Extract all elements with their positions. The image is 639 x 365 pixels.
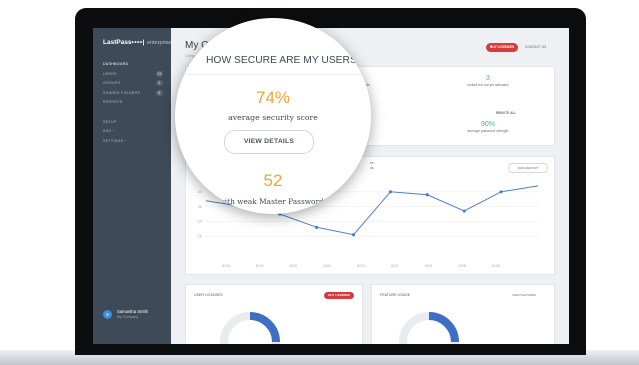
sidebar-item-sso[interactable]: SSO ›: [103, 129, 163, 139]
security-heading: HOW SECURE ARE MY USERS?: [206, 55, 363, 66]
contact-us-link[interactable]: CONTACT US: [525, 43, 546, 52]
card-title: FEATURE USAGE: [380, 293, 411, 297]
data-point: [462, 209, 466, 213]
magnifier-overlay: HOW SECURE ARE MY USERS? 74% average sec…: [175, 18, 371, 214]
sidebar-item-reports[interactable]: REPORTS: [103, 100, 163, 110]
count-badge: 4: [156, 80, 163, 86]
x-tick-label: 8/19: [256, 264, 263, 268]
security-score-label: average security score: [228, 113, 318, 122]
card-title: USER LICENSES: [194, 293, 223, 297]
x-tick-label: 8/21: [324, 264, 331, 268]
remote-all-link[interactable]: REMOTE ALL: [481, 111, 531, 115]
app-logo[interactable]: LastPass••••| enterprise: [103, 39, 171, 46]
data-point: [315, 225, 319, 229]
sidebar-item-label: GROUPS: [103, 81, 121, 85]
sidebar: LastPass••••| enterprise DASHBOARD USERS …: [93, 28, 171, 344]
view-features-link[interactable]: VIEW FEATURES: [512, 293, 536, 297]
count-badge: 5: [156, 89, 163, 96]
sidebar-item-label: REPORTS: [103, 100, 123, 104]
features-donut: [399, 312, 459, 344]
y-tick-label: 20: [198, 219, 203, 224]
sidebar-item-label: USERS: [103, 71, 117, 76]
data-point: [425, 193, 429, 197]
sidebar-item-groups[interactable]: GROUPS 4: [103, 80, 163, 91]
logo-suffix: enterprise: [146, 40, 172, 46]
divider: [175, 74, 371, 75]
data-point: [388, 190, 393, 194]
x-tick-label: 8/26: [492, 264, 499, 268]
x-tick-label: 8/22: [357, 264, 364, 268]
sidebar-item-label: SHARED FOLDERS: [103, 90, 141, 95]
logo-dots: ••••|: [131, 39, 145, 46]
weak-passwords-label: with weak Master Passwords: [218, 197, 328, 206]
user-company: My Company: [117, 315, 139, 319]
x-tick-label: 8/23: [391, 264, 398, 268]
sidebar-item-label: DASHBOARD: [103, 62, 129, 66]
weak-passwords-count: 52: [263, 171, 283, 190]
data-point: [351, 233, 356, 237]
x-tick-label: 8/18: [222, 264, 229, 268]
sidebar-item-dashboard[interactable]: DASHBOARD: [103, 62, 163, 72]
view-details-button[interactable]: VIEW DETAILS: [224, 130, 314, 154]
buy-licenses-button[interactable]: BUY LICENSES: [324, 292, 354, 299]
feature-usage-card: FEATURE USAGE VIEW FEATURES: [371, 284, 555, 344]
sidebar-item-users[interactable]: USERS 23: [103, 70, 163, 82]
password-strength-label: average password strength: [467, 129, 509, 133]
invited-stat: 3 invited but not yet activated: [448, 75, 528, 87]
security-score-value: 74%: [255, 88, 291, 107]
y-tick-label: 10: [198, 234, 203, 239]
invited-value: 3: [486, 75, 490, 82]
sidebar-item-setup[interactable]: SETUP: [103, 120, 163, 130]
user-name: Samantha Smith: [117, 309, 148, 314]
x-tick-label: 8/24: [425, 264, 432, 268]
count-badge: 23: [156, 70, 163, 77]
sidebar-nav: DASHBOARD USERS 23 GROUPS 4 SHARED FOLDE…: [103, 62, 163, 148]
avatar: S: [103, 310, 112, 319]
sidebar-item-label: SSO ›: [103, 129, 115, 133]
sidebar-item-label: SETTINGS ›: [103, 138, 127, 143]
user-licenses-card: USER LICENSES BUY LICENSES: [185, 284, 363, 344]
user-profile[interactable]: S Samantha Smith My Company: [103, 308, 169, 324]
password-strength-value: 90%: [480, 121, 495, 128]
password-strength-stat: 90% average password strength: [448, 121, 528, 133]
sidebar-item-shared-folders[interactable]: SHARED FOLDERS 5: [103, 89, 163, 101]
sidebar-item-settings[interactable]: SETTINGS ›: [103, 139, 163, 149]
logo-text: LastPass: [103, 39, 132, 46]
sidebar-item-label: SETUP: [103, 119, 117, 124]
buy-licenses-button[interactable]: BUY LICENSES: [486, 43, 518, 52]
data-point: [499, 190, 503, 194]
licenses-donut: [220, 312, 280, 344]
x-tick-label: 8/25: [459, 264, 466, 268]
invited-label: invited but not yet activated: [467, 83, 509, 87]
x-tick-label: 8/20: [290, 264, 297, 268]
